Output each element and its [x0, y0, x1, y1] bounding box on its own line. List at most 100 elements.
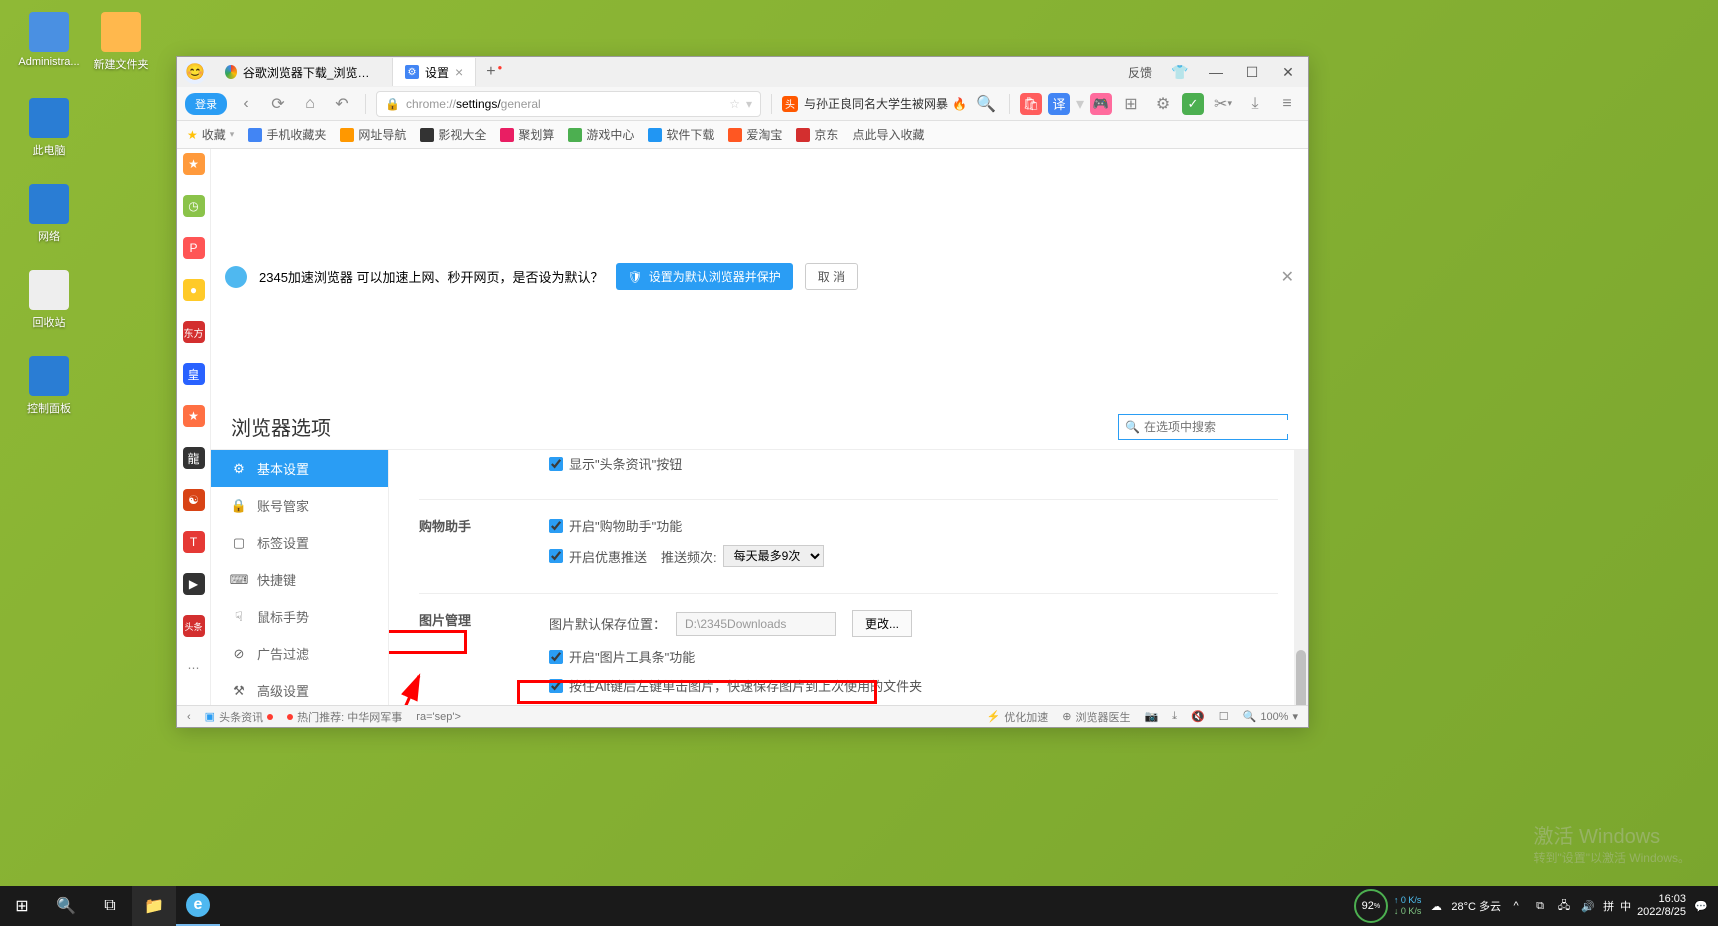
star-icon[interactable]: ☆ [729, 97, 740, 111]
quick-icon-9[interactable]: ☯ [183, 489, 205, 511]
start-button[interactable]: ⊞ [0, 886, 44, 926]
quick-more[interactable]: ⋯ [183, 657, 205, 679]
bookmark-nav[interactable]: 网址导航 [340, 126, 406, 143]
desktop-icon-recycle[interactable]: 回收站 [14, 270, 84, 330]
nav-gestures[interactable]: ☟鼠标手势 [211, 598, 388, 635]
shop-icon[interactable]: 🛍 [1020, 93, 1042, 115]
back-button[interactable]: ‹ [233, 91, 259, 117]
gear-icon[interactable]: ⚙ [1150, 91, 1176, 117]
url-input[interactable]: 🔒 chrome://settings/general ☆ ▾ [376, 91, 761, 117]
bookmark-software[interactable]: 软件下载 [648, 126, 714, 143]
maximize-button[interactable]: ☐ [1236, 58, 1268, 86]
status-capture[interactable]: 📷 [1144, 710, 1158, 723]
bookmark-game[interactable]: 游戏中心 [568, 126, 634, 143]
desktop-icon-network[interactable]: 网络 [14, 184, 84, 244]
bookmark-ju[interactable]: 聚划算 [500, 126, 554, 143]
game-icon[interactable]: 🎮 [1090, 93, 1112, 115]
desktop-icon-control[interactable]: 控制面板 [14, 356, 84, 416]
clock[interactable]: 16:03 2022/8/25 [1637, 893, 1686, 919]
shield-icon[interactable]: ✓ [1182, 93, 1204, 115]
quick-icon-4[interactable]: ● [183, 279, 205, 301]
network-speed[interactable]: ↑ 0 K/s ↓ 0 K/s [1394, 895, 1422, 917]
image-path-input[interactable] [676, 612, 836, 636]
quick-icon-8[interactable]: 龍 [183, 447, 205, 469]
ime-indicator-2[interactable]: 中 [1620, 898, 1631, 914]
search-input[interactable] [1144, 420, 1299, 434]
reload-button[interactable]: ⟳ [265, 91, 291, 117]
tab-settings[interactable]: ⚙ 设置 × [393, 58, 476, 86]
status-download[interactable]: ⤓ [1172, 710, 1177, 723]
quick-icon-10[interactable]: T [183, 531, 205, 553]
search-icon[interactable]: 🔍 [973, 91, 999, 117]
status-hot[interactable]: 热门推荐: 中华网军事 [287, 709, 402, 725]
home-button[interactable]: ⌂ [297, 91, 323, 117]
search-button[interactable]: 🔍 [44, 886, 88, 926]
infobar-close-button[interactable]: ✕ [1281, 267, 1294, 287]
quick-icon-7[interactable]: ★ [183, 405, 205, 427]
nav-adblock[interactable]: ⊘广告过滤 [211, 635, 388, 672]
undo-button[interactable]: ↶ [329, 91, 355, 117]
status-expand[interactable]: ‹ [187, 711, 191, 723]
quick-icon-11[interactable]: ▶ [183, 573, 205, 595]
minimize-button[interactable]: — [1200, 58, 1232, 86]
status-doctor[interactable]: ⊕浏览器医生 [1062, 709, 1130, 725]
promo-news-link[interactable]: 与孙正良同名大学生被网暴 🔥 [804, 95, 967, 112]
bookmark-jd[interactable]: 京东 [796, 126, 838, 143]
translate-icon[interactable]: 译 [1048, 93, 1070, 115]
quick-icon-12[interactable]: 头条 [183, 615, 205, 637]
quick-icon-2[interactable]: ◷ [183, 195, 205, 217]
bookmark-mobile[interactable]: 手机收藏夹 [248, 126, 326, 143]
tab-chrome-download[interactable]: 谷歌浏览器下载_浏览器官网入 [213, 58, 393, 86]
browser-task-button[interactable]: e [176, 886, 220, 926]
tray-network[interactable]: 🖧 [1555, 897, 1573, 915]
cancel-button[interactable]: 取 消 [805, 263, 858, 290]
alt-save-checkbox[interactable]: 按住Alt键后左键单击图片，快速保存图片到上次使用的文件夹 [549, 676, 1278, 695]
status-split[interactable]: ☐ [1219, 710, 1229, 723]
status-optimize[interactable]: ⚡优化加速 [987, 709, 1049, 725]
status-mute[interactable]: 🔇 [1191, 710, 1205, 723]
login-button[interactable]: 登录 [185, 93, 227, 115]
weather-icon[interactable]: ☁ [1427, 897, 1445, 915]
shopping-helper-checkbox[interactable]: 开启"购物助手"功能 [549, 516, 1278, 535]
desktop-icon-pc[interactable]: 此电脑 [14, 98, 84, 158]
performance-gauge[interactable]: 92% [1354, 889, 1388, 923]
task-view-button[interactable]: ⧉ [88, 886, 132, 926]
bookmark-import[interactable]: 点此导入收藏 [852, 126, 924, 143]
desktop-icon-admin[interactable]: Administra... [14, 12, 84, 68]
headline-checkbox[interactable]: 显示"头条资讯"按钮 [549, 454, 1278, 473]
set-default-button[interactable]: 🛡 设置为默认浏览器并保护 [616, 263, 793, 290]
tray-tablet[interactable]: ⧉ [1531, 897, 1549, 915]
chevron-down-icon[interactable]: ▾ [746, 97, 752, 111]
menu-icon[interactable]: ≡ [1274, 91, 1300, 117]
status-news[interactable]: ▣头条资讯 [205, 709, 273, 725]
settings-search[interactable]: 🔍 [1118, 414, 1288, 440]
tray-expand[interactable]: ^ [1507, 897, 1525, 915]
skin-button[interactable]: 👕 [1164, 58, 1196, 86]
promo-push-checkbox[interactable]: 开启优惠推送 推送频次: 每天最多9次 [549, 545, 1278, 567]
push-frequency-select[interactable]: 每天最多9次 [723, 545, 824, 567]
quick-icon-6[interactable]: 皇 [183, 363, 205, 385]
scroll-thumb[interactable] [1296, 650, 1306, 705]
image-toolbar-checkbox[interactable]: 开启"图片工具条"功能 [549, 647, 1278, 666]
grid-icon[interactable]: ⊞ [1118, 91, 1144, 117]
desktop-icon-folder[interactable]: 新建文件夹 [86, 12, 156, 72]
favorites-menu[interactable]: ★ 收藏 ▾ [187, 126, 234, 143]
feedback-link[interactable]: 反馈 [1128, 64, 1152, 81]
bookmark-video[interactable]: 影视大全 [420, 126, 486, 143]
tab-close-button[interactable]: × [455, 64, 463, 80]
tray-volume[interactable]: 🔊 [1579, 897, 1597, 915]
notifications-button[interactable]: 💬 [1692, 897, 1710, 915]
scrollbar[interactable] [1294, 450, 1308, 705]
ime-indicator-1[interactable]: 拼 [1603, 898, 1614, 914]
status-zoom[interactable]: 🔍 100% ▾ [1243, 710, 1298, 723]
close-button[interactable]: ✕ [1272, 58, 1304, 86]
nav-shortcuts[interactable]: ⌨快捷键 [211, 561, 388, 598]
quick-icon-3[interactable]: P [183, 237, 205, 259]
quick-icon-5[interactable]: 东方 [183, 321, 205, 343]
bookmark-taobao[interactable]: 爱淘宝 [728, 126, 782, 143]
nav-account[interactable]: 🔒账号管家 [211, 487, 388, 524]
nav-basic[interactable]: ⚙基本设置 [211, 450, 388, 487]
download-icon[interactable]: ⤓ [1242, 91, 1268, 117]
change-path-button[interactable]: 更改... [852, 610, 912, 637]
nav-tabs[interactable]: ▢标签设置 [211, 524, 388, 561]
